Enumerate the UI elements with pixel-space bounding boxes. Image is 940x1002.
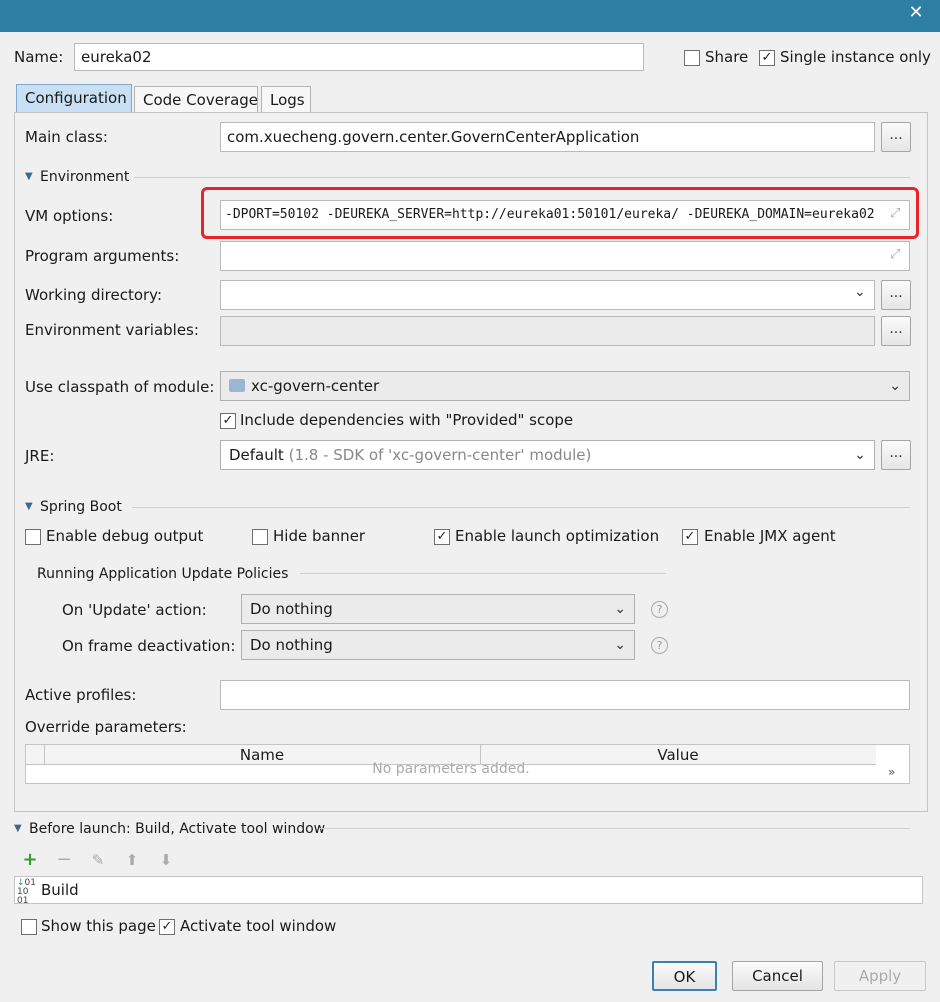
jre-browse-button[interactable]: ... [881, 440, 911, 470]
jre-select[interactable]: Default (1.8 - SDK of 'xc-govern-center'… [220, 440, 875, 470]
include-dependencies-checkbox[interactable]: ✓ [220, 413, 236, 429]
help-icon[interactable]: ? [651, 601, 668, 618]
spring-boot-title: Spring Boot [40, 499, 122, 515]
before-launch-collapse-icon[interactable]: ▼ [14, 823, 22, 834]
expand-icon[interactable]: ⤢ [890, 206, 900, 221]
on-frame-value: Do nothing [250, 636, 333, 654]
working-directory-input[interactable] [220, 280, 875, 310]
chevron-down-icon: ⌄ [889, 378, 901, 394]
activate-tool-window-label: Activate tool window [180, 917, 337, 935]
single-instance-label: Single instance only [780, 48, 931, 66]
environment-variables-input[interactable] [220, 316, 875, 346]
debug-output-checkbox[interactable] [25, 529, 41, 545]
on-update-select[interactable]: Do nothing ⌄ [241, 594, 635, 624]
update-policies-divider [300, 573, 666, 574]
on-frame-label: On frame deactivation: [62, 637, 236, 655]
on-frame-select[interactable]: Do nothing ⌄ [241, 630, 635, 660]
working-directory-label: Working directory: [25, 286, 163, 304]
program-arguments-input[interactable] [220, 241, 910, 271]
main-class-browse-button[interactable]: ... [881, 122, 911, 152]
on-update-label: On 'Update' action: [62, 601, 207, 619]
tab-logs[interactable]: Logs [261, 86, 311, 114]
jre-value: Default [229, 446, 284, 464]
before-launch-list: ↓01 10 01 Build [14, 876, 923, 906]
classpath-module-label: Use classpath of module: [25, 378, 215, 396]
activate-tool-window-checkbox[interactable]: ✓ [159, 919, 175, 935]
on-update-value: Do nothing [250, 600, 333, 618]
before-launch-divider [320, 828, 910, 829]
debug-output-label: Enable debug output [46, 527, 204, 545]
vm-options-label: VM options: [25, 207, 114, 225]
main-class-input[interactable]: com.xuecheng.govern.center.GovernCenterA… [220, 122, 875, 152]
expand-icon[interactable]: ⤢ [890, 247, 900, 262]
chevron-down-icon: ⌄ [614, 637, 626, 653]
launch-optimization-label: Enable launch optimization [455, 527, 660, 545]
environment-variables-label: Environment variables: [25, 321, 199, 339]
remove-icon[interactable]: − [54, 850, 74, 870]
expand-table-icon[interactable]: » [888, 765, 895, 779]
module-folder-icon [229, 379, 245, 392]
environment-variables-browse-button[interactable]: ... [881, 316, 911, 346]
override-parameters-table: Name Value No parameters added. » [25, 744, 910, 784]
move-up-icon[interactable]: ⬆ [122, 850, 142, 870]
cancel-button[interactable]: Cancel [732, 961, 823, 991]
override-parameters-label: Override parameters: [25, 718, 187, 736]
chevron-down-icon: ⌄ [614, 601, 626, 617]
main-class-label: Main class: [25, 128, 108, 146]
add-icon[interactable]: + [20, 850, 40, 870]
chevron-down-icon: ⌄ [854, 447, 866, 463]
apply-button[interactable]: Apply [834, 961, 926, 991]
program-arguments-label: Program arguments: [25, 247, 180, 265]
active-profiles-label: Active profiles: [25, 686, 137, 704]
jre-hint: (1.8 - SDK of 'xc-govern-center' module) [288, 446, 592, 464]
tab-configuration[interactable]: Configuration [16, 84, 132, 112]
jre-label: JRE: [25, 447, 55, 465]
show-page-checkbox[interactable] [21, 919, 37, 935]
active-profiles-input[interactable] [220, 680, 910, 710]
move-down-icon[interactable]: ⬇ [156, 850, 176, 870]
build-icon: ↓01 10 01 [17, 878, 36, 906]
name-label: Name: [14, 48, 64, 66]
environment-collapse-icon[interactable]: ▼ [25, 171, 33, 182]
hide-banner-label: Hide banner [273, 527, 366, 545]
environment-title: Environment [40, 169, 130, 185]
include-dependencies-label: Include dependencies with "Provided" sco… [240, 411, 574, 429]
spring-boot-collapse-icon[interactable]: ▼ [25, 501, 33, 512]
launch-optimization-checkbox[interactable]: ✓ [434, 529, 450, 545]
ok-button[interactable]: OK [652, 961, 717, 991]
help-icon[interactable]: ? [651, 637, 668, 654]
classpath-module-value: xc-govern-center [251, 377, 380, 395]
empty-table-text: No parameters added. [372, 761, 530, 777]
single-instance-checkbox[interactable]: ✓ [759, 50, 775, 66]
jmx-agent-label: Enable JMX agent [704, 527, 836, 545]
list-item[interactable]: Build [41, 880, 79, 900]
edit-icon[interactable]: ✎ [88, 850, 108, 870]
environment-divider [134, 177, 910, 178]
show-page-label: Show this page [41, 917, 156, 935]
share-checkbox[interactable] [684, 50, 700, 66]
spring-boot-divider [132, 507, 910, 508]
share-label: Share [705, 48, 749, 66]
jmx-agent-checkbox[interactable]: ✓ [682, 529, 698, 545]
title-bar [0, 0, 940, 32]
update-policies-title: Running Application Update Policies [37, 566, 289, 582]
hide-banner-checkbox[interactable] [252, 529, 268, 545]
chevron-down-icon[interactable]: ⌄ [854, 284, 866, 300]
vm-options-input[interactable]: -DPORT=50102 -DEUREKA_SERVER=http://eure… [220, 200, 910, 230]
before-launch-title: Before launch: Build, Activate tool wind… [29, 821, 326, 837]
name-input[interactable]: eureka02 [74, 43, 644, 71]
close-icon[interactable]: ✕ [906, 3, 926, 23]
classpath-module-select[interactable]: xc-govern-center ⌄ [220, 371, 910, 401]
working-directory-browse-button[interactable]: ... [881, 280, 911, 310]
tab-code-coverage[interactable]: Code Coverage [134, 86, 258, 114]
